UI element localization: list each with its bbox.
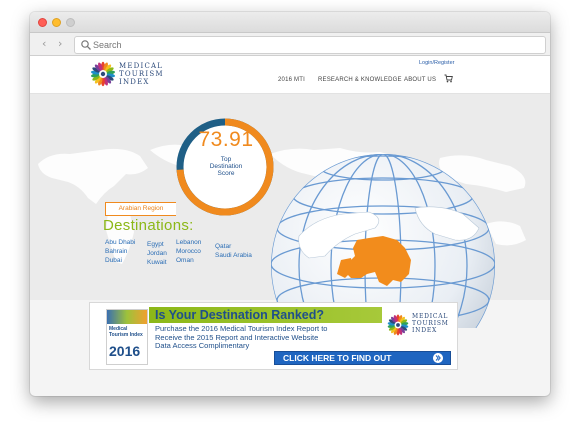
site-logo-text[interactable]: MEDICAL TOURISM INDEX bbox=[119, 62, 164, 86]
banner-logo-icon bbox=[387, 314, 409, 336]
destinations-heading: Destinations: bbox=[103, 217, 194, 234]
book-cover-image bbox=[107, 310, 147, 324]
banner-headline: Is Your Destination Ranked? bbox=[155, 308, 325, 322]
destination-link-abu-dhabi[interactable]: Abu Dhabi bbox=[105, 239, 135, 247]
minimize-window-icon[interactable] bbox=[52, 18, 61, 27]
banner-logo-line: INDEX bbox=[412, 327, 438, 334]
login-register-link[interactable]: Login/Register bbox=[419, 60, 454, 66]
book-year: 2016 bbox=[109, 343, 141, 359]
find-out-button[interactable]: CLICK HERE TO FIND OUT bbox=[274, 351, 451, 365]
cart-icon[interactable] bbox=[444, 74, 453, 83]
back-button[interactable]: ‹ bbox=[42, 37, 46, 50]
nav-item-2016-mti[interactable]: 2016 MTI bbox=[278, 77, 305, 83]
score-label-line: Destination bbox=[209, 163, 243, 170]
banner-body-line: Data Access Complimentary bbox=[155, 341, 250, 350]
title-bar bbox=[30, 12, 550, 33]
maximize-window-icon[interactable] bbox=[66, 18, 75, 27]
score-label: Top Destination Score bbox=[195, 156, 257, 177]
find-out-button-label: CLICK HERE TO FIND OUT bbox=[283, 353, 392, 363]
book-title: Medical Tourism Index bbox=[109, 326, 143, 338]
close-window-icon[interactable] bbox=[38, 18, 47, 27]
nav-item-research-knowledge[interactable]: RESEARCH & KNOWLEDGE bbox=[318, 77, 402, 83]
report-book-cover: Medical Tourism Index 2016 bbox=[106, 309, 148, 365]
destination-link-saudi-arabia[interactable]: Saudi Arabia bbox=[215, 252, 252, 260]
logo-line: TOURISM bbox=[119, 70, 164, 78]
destination-score: 73.91 bbox=[198, 128, 254, 151]
address-bar: ‹ › Search bbox=[30, 33, 550, 56]
region-label: Arabian Region bbox=[105, 202, 176, 216]
logo-icon[interactable] bbox=[89, 60, 117, 88]
hero-section: 73.91 Top Destination Score Arabian Regi… bbox=[30, 94, 550, 328]
search-placeholder: Search bbox=[93, 40, 122, 50]
search-input[interactable]: Search bbox=[74, 36, 546, 54]
banner-headline-bar: Is Your Destination Ranked? bbox=[149, 307, 382, 323]
destination-link-jordan[interactable]: Jordan bbox=[147, 250, 167, 258]
chevron-right-icon bbox=[433, 353, 443, 363]
globe-illustration bbox=[271, 154, 495, 328]
score-label-line: Score bbox=[217, 170, 235, 177]
score-label-line: Top bbox=[220, 156, 232, 163]
destination-link-kuwait[interactable]: Kuwait bbox=[147, 259, 167, 267]
destination-link-egypt[interactable]: Egypt bbox=[147, 241, 164, 249]
nav-item-about-us[interactable]: ABOUT US bbox=[404, 77, 436, 83]
report-banner[interactable]: Medical Tourism Index 2016 Is Your Desti… bbox=[89, 302, 458, 370]
destination-link-lebanon[interactable]: Lebanon bbox=[176, 239, 201, 247]
browser-window: ‹ › Search MEDICAL TOURISM INDEX Login/R… bbox=[30, 12, 550, 396]
destination-link-dubai[interactable]: Dubai bbox=[105, 257, 122, 265]
forward-button[interactable]: › bbox=[58, 37, 62, 50]
banner-logo-line: MEDICAL bbox=[412, 313, 449, 320]
site-header: MEDICAL TOURISM INDEX Login/Register 201… bbox=[30, 56, 550, 94]
book-title-line: Tourism Index bbox=[109, 331, 143, 338]
banner-logo-text: MEDICAL TOURISM INDEX bbox=[412, 313, 449, 334]
destination-link-morocco[interactable]: Morocco bbox=[176, 248, 201, 256]
logo-line: INDEX bbox=[119, 78, 150, 86]
destination-link-oman[interactable]: Oman bbox=[176, 257, 194, 265]
destination-link-qatar[interactable]: Qatar bbox=[215, 243, 231, 251]
banner-logo-line: TOURISM bbox=[412, 320, 449, 327]
banner-body: Purchase the 2016 Medical Tourism Index … bbox=[155, 324, 390, 351]
destination-link-bahrain[interactable]: Bahrain bbox=[105, 248, 127, 256]
logo-line: MEDICAL bbox=[119, 62, 164, 70]
search-icon bbox=[81, 40, 91, 50]
